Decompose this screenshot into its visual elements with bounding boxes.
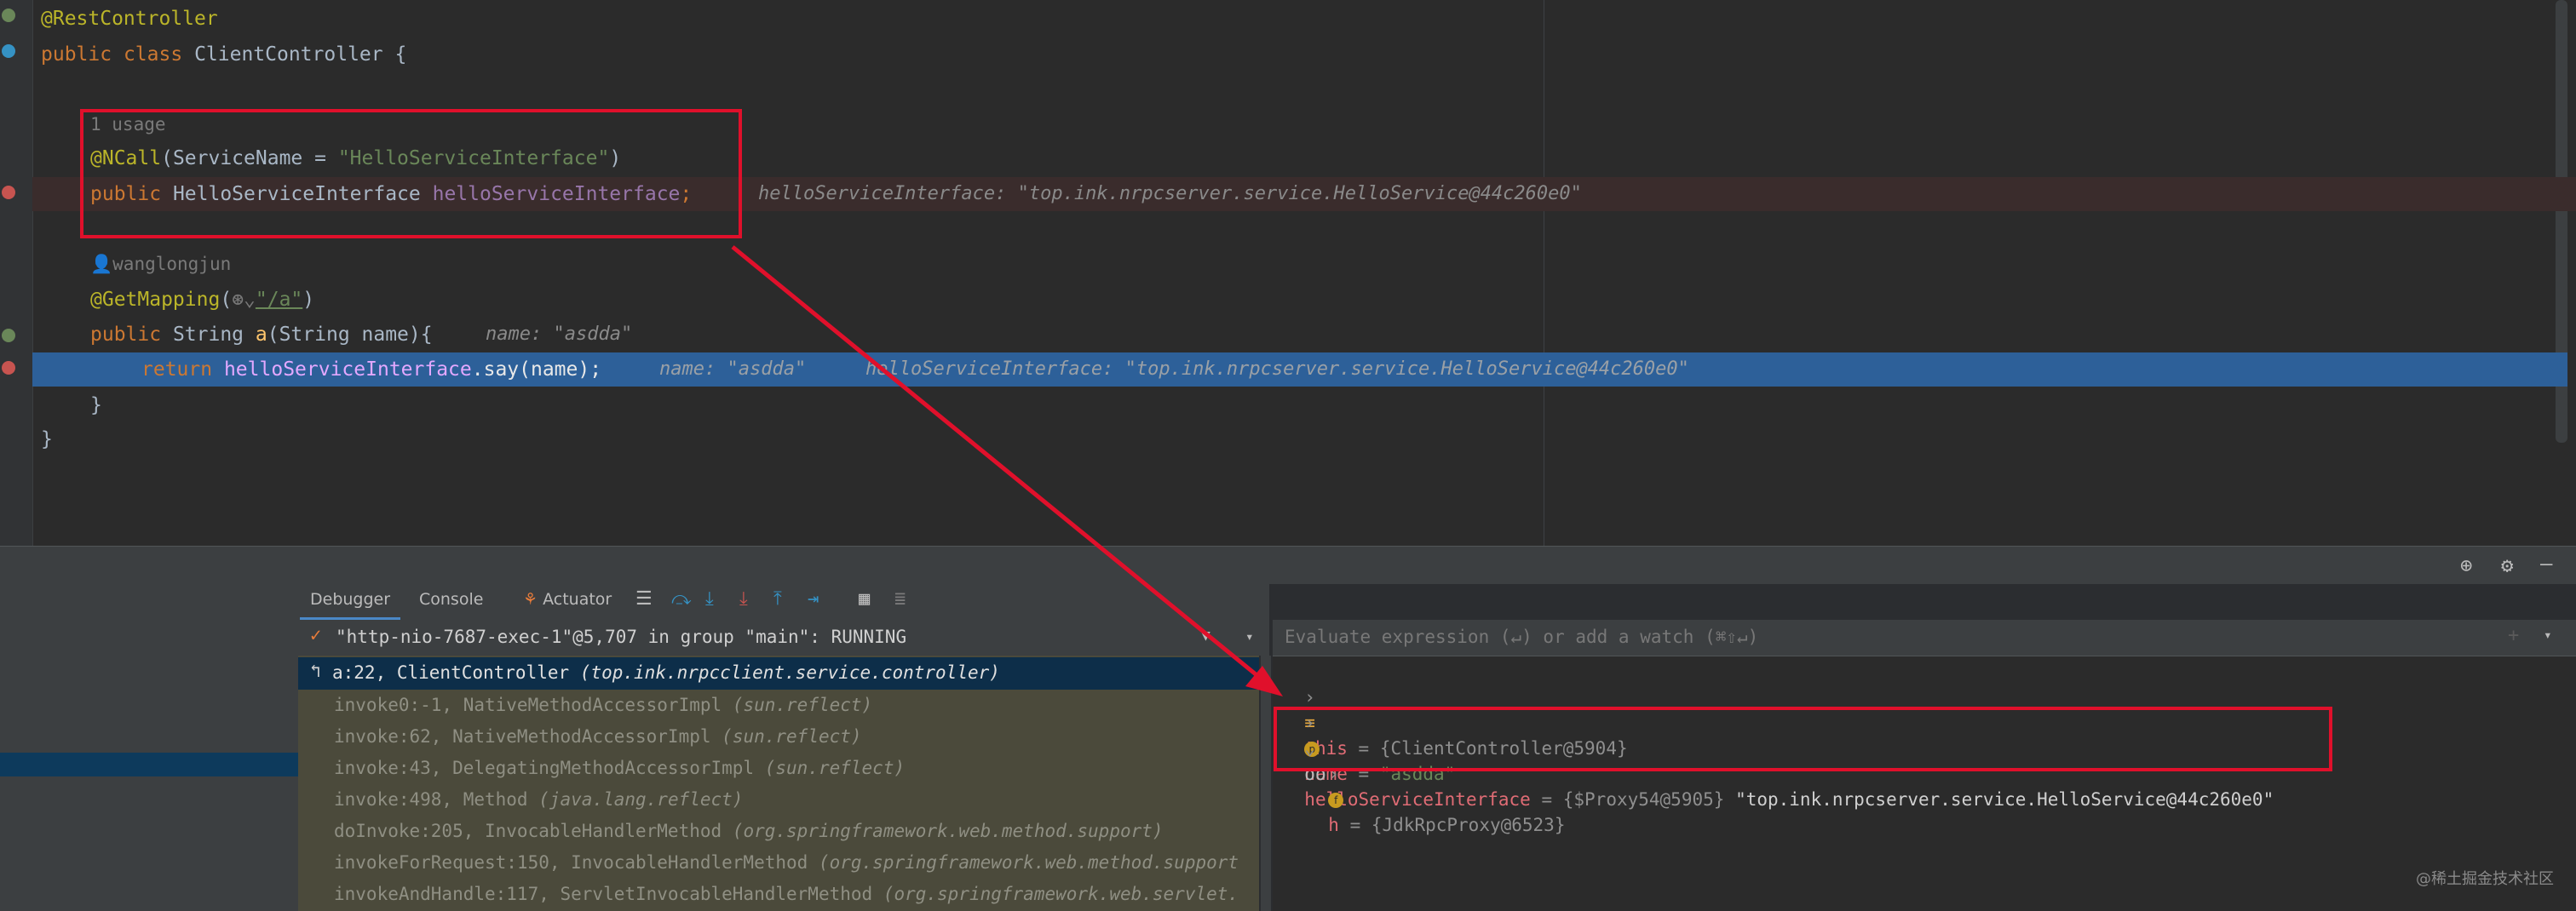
thread-label: "http-nio-7687-exec-1"@5,707 in group "m…	[336, 627, 907, 647]
spring-controller-icon[interactable]	[2, 44, 15, 58]
selected-session[interactable]	[0, 753, 298, 776]
tab-console[interactable]: Console	[409, 579, 493, 620]
code-line-7: @GetMapping(⊛⌄"/a")	[90, 289, 315, 311]
minimize-icon[interactable]: —	[2540, 552, 2552, 576]
author-hint[interactable]: 👤wanglongjun	[90, 247, 231, 281]
inline-value-hint: helloServiceInterface: "top.ink.nrpcserv…	[758, 183, 1582, 204]
evaluate-expression-field[interactable]: Evaluate expression (↵) or add a watch (…	[1273, 620, 2576, 656]
trace-icon[interactable]: ≣	[894, 589, 906, 610]
mapping-icon[interactable]	[2, 329, 15, 342]
user-icon: 👤	[90, 254, 113, 274]
frame-item[interactable]: invokeAndHandle:117, ServletInvocableHan…	[334, 879, 1239, 910]
code-editor[interactable]	[0, 0, 2576, 546]
inline-value-hint: helloServiceInterface: "top.ink.nrpcserv…	[865, 358, 1689, 380]
frame-item[interactable]: invoke:498, Method (java.lang.reflect)	[334, 784, 743, 816]
menu-icon[interactable]: ☰	[635, 589, 653, 610]
breakpoint-icon[interactable]	[2, 361, 15, 375]
step-over-icon[interactable]: ⤼	[671, 589, 692, 610]
code-line-10: }	[90, 394, 102, 416]
code-line-11: }	[41, 428, 53, 450]
run-to-cursor-icon[interactable]: ⇥	[808, 589, 819, 610]
gear-icon[interactable]: ⚙	[2501, 553, 2513, 577]
frames-scrollbar[interactable]	[1261, 656, 1271, 911]
inline-value-hint: name: "asdda"	[659, 358, 807, 380]
actuator-icon: ⚘	[523, 590, 538, 609]
code-line-8: public String a(String name){	[90, 324, 433, 346]
chevron-down-icon[interactable]: ▾	[2544, 627, 2552, 643]
variable-highlight-box	[1274, 707, 2332, 771]
thread-selector[interactable]: ✓ "http-nio-7687-exec-1"@5,707 in group …	[298, 620, 1269, 656]
frame-item[interactable]: invoke:62, NativeMethodAccessorImpl (sun…	[334, 721, 862, 753]
tab-debugger[interactable]: Debugger	[300, 579, 401, 620]
field-icon: f	[1328, 793, 1344, 808]
inline-value-hint: name: "asdda"	[486, 324, 633, 345]
return-icon: ↰	[310, 661, 321, 681]
code-line-2: public class ClientController {	[41, 43, 407, 66]
variable-row[interactable]: › ≡ this = {ClientController@5904}	[1283, 659, 1627, 759]
target-icon[interactable]: ⊕	[2460, 553, 2472, 577]
add-watch-icon[interactable]: +	[2508, 625, 2519, 646]
spring-bean-icon[interactable]	[2, 9, 15, 22]
check-icon: ✓	[310, 625, 322, 646]
breakpoint-icon[interactable]	[2, 186, 15, 199]
debug-sessions-panel[interactable]	[0, 583, 298, 911]
filter-icon[interactable]: ▼	[1201, 627, 1210, 645]
debugger-toolbar: Debugger Console ⚘ Actuator ☰ ⤼ ⤓ ⤓ ⤒ ⇥ …	[298, 579, 1269, 621]
watermark: @稀土掘金技术社区	[2416, 870, 2554, 888]
frame-label: a:22, ClientController (top.ink.nrpcclie…	[332, 662, 1000, 683]
chevron-down-icon[interactable]: ▾	[1245, 628, 1254, 645]
frame-item[interactable]: invoke:43, DelegatingMethodAccessorImpl …	[334, 753, 905, 784]
step-out-icon[interactable]: ⤒	[773, 589, 782, 610]
globe-icon[interactable]: ⊛⌄	[232, 289, 256, 311]
frame-item-current[interactable]: ↰ a:22, ClientController (top.ink.nrpccl…	[298, 657, 1259, 690]
force-step-into-icon[interactable]: ⤓	[739, 589, 748, 610]
annotation-highlight-box	[80, 109, 742, 238]
tab-actuator[interactable]: ⚘ Actuator	[513, 579, 622, 620]
frame-item[interactable]: invokeForRequest:150, InvocableHandlerMe…	[334, 847, 1239, 879]
frame-item[interactable]: invoke0:-1, NativeMethodAccessorImpl (su…	[334, 690, 872, 721]
eval-placeholder: Evaluate expression (↵) or add a watch (…	[1285, 627, 1759, 647]
frame-item[interactable]: doInvoke:205, InvocableHandlerMethod (or…	[334, 816, 1164, 847]
step-into-icon[interactable]: ⤓	[705, 589, 714, 610]
code-line-1: @RestController	[41, 8, 218, 30]
editor-gutter[interactable]	[0, 0, 33, 546]
evaluate-icon[interactable]: ▦	[859, 589, 870, 610]
code-line-9: return helloServiceInterface.say(name);	[141, 358, 602, 381]
